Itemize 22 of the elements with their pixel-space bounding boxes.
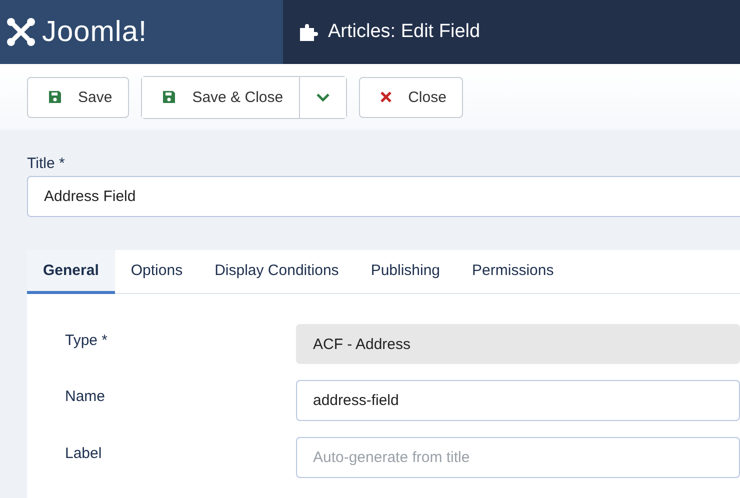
close-button[interactable]: Close [359, 76, 464, 118]
save-button[interactable]: Save [27, 76, 130, 118]
tab[interactable]: General [27, 250, 115, 294]
title-input[interactable]: Address Field [27, 176, 740, 217]
tab[interactable]: Options [114, 250, 199, 294]
tab[interactable]: Display Conditions [198, 250, 355, 294]
joomla-logo-icon [6, 17, 36, 47]
input-field[interactable]: address-field [296, 380, 740, 421]
puzzle-piece-icon [298, 22, 320, 42]
tab[interactable]: Permissions [456, 250, 570, 294]
save-and-close-button[interactable]: Save & Close [142, 76, 300, 118]
tab[interactable]: Publishing [354, 250, 456, 294]
chevron-down-icon [316, 92, 330, 102]
field-label: Name [65, 387, 106, 405]
type-field: ACF - Address [296, 324, 740, 364]
page-title: Articles: Edit Field [328, 21, 480, 43]
close-icon [380, 91, 392, 103]
input-field[interactable]: Auto-generate from title [296, 437, 740, 478]
title-label: Title * [27, 155, 66, 172]
field-label: Type * [65, 331, 109, 349]
brand-name: Joomla! [42, 16, 148, 48]
field-label: Label [65, 444, 103, 462]
